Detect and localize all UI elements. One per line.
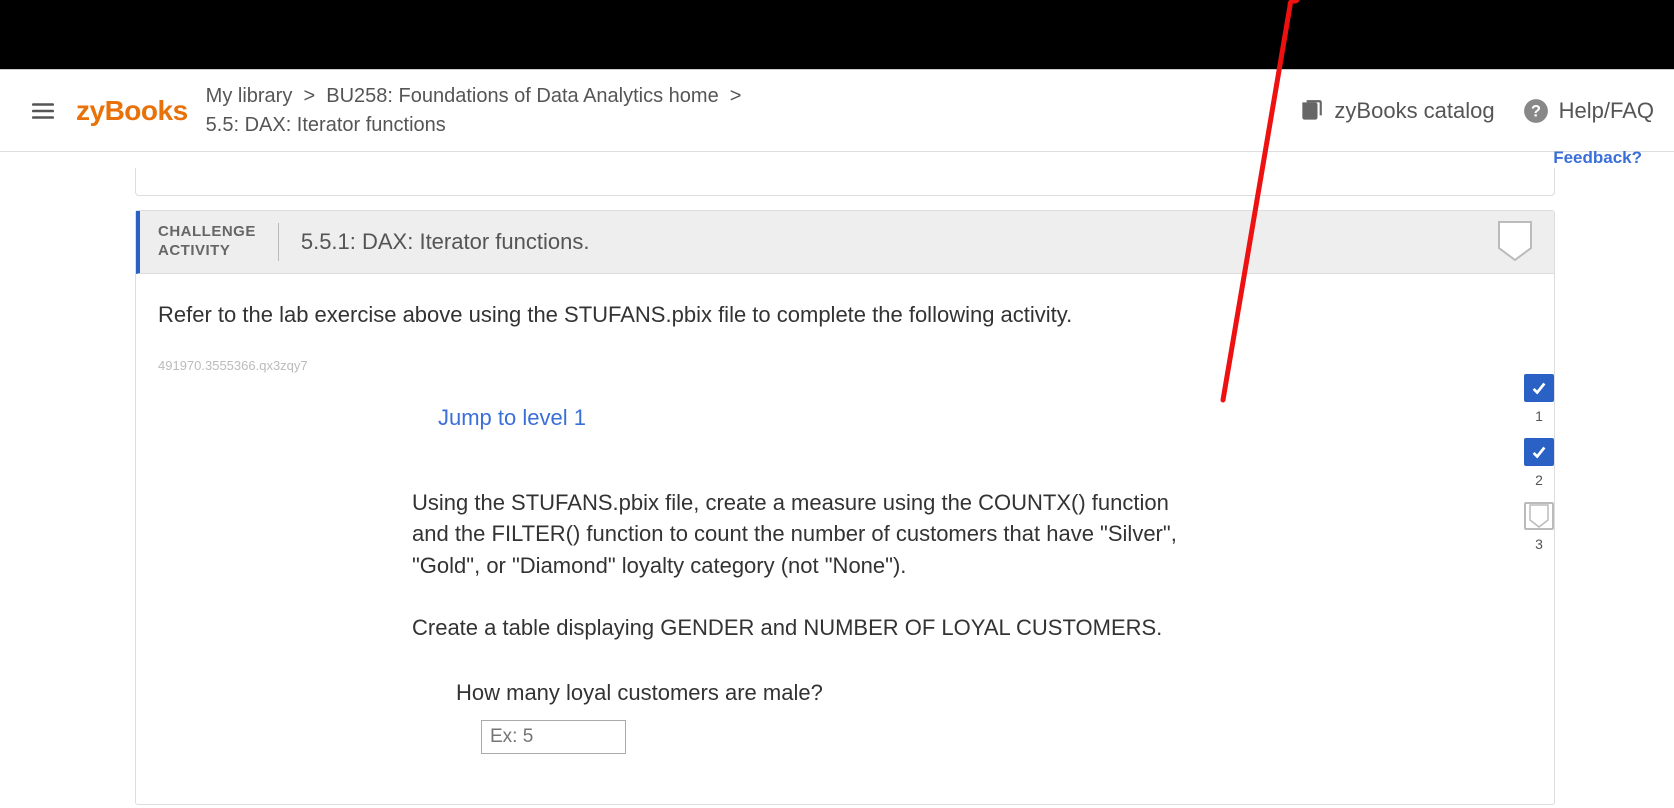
activity-badge-line1: CHALLENGE — [158, 223, 256, 240]
level-1-label: 1 — [1535, 408, 1543, 424]
help-link[interactable]: ? Help/FAQ — [1523, 98, 1654, 124]
catalog-link[interactable]: zyBooks catalog — [1298, 98, 1494, 124]
level-1-box[interactable] — [1524, 374, 1554, 402]
logo-part-books: Books — [105, 95, 188, 126]
previous-card-edge — [135, 168, 1555, 196]
activity-header: CHALLENGE ACTIVITY 5.5.1: DAX: Iterator … — [136, 211, 1554, 274]
breadcrumb-course[interactable]: BU258: Foundations of Data Analytics hom… — [326, 85, 718, 107]
activity-intro: Refer to the lab exercise above using th… — [158, 302, 1532, 328]
activity-internal-id: 491970.3555366.qx3zqy7 — [158, 358, 1532, 373]
logo-part-zy: zy — [76, 95, 105, 126]
activity-question: How many loyal customers are male? — [456, 680, 1532, 706]
shield-icon — [1498, 221, 1532, 266]
breadcrumb-section: 5.5: DAX: Iterator functions — [206, 114, 446, 136]
menu-icon[interactable] — [30, 98, 56, 124]
zybooks-logo[interactable]: zyBooks — [76, 95, 188, 127]
catalog-icon — [1298, 98, 1324, 124]
browser-chrome-blackout — [0, 0, 1674, 70]
help-icon: ? — [1523, 98, 1549, 124]
activity-body: Refer to the lab exercise above using th… — [136, 274, 1554, 805]
breadcrumb-library[interactable]: My library — [206, 85, 293, 107]
jump-to-level-link[interactable]: Jump to level 1 — [438, 405, 1532, 431]
level-3-label: 3 — [1535, 536, 1543, 552]
svg-text:?: ? — [1531, 102, 1541, 120]
activity-badge-line2: ACTIVITY — [158, 242, 230, 259]
catalog-label: zyBooks catalog — [1334, 98, 1494, 124]
breadcrumb: My library > BU258: Foundations of Data … — [206, 82, 1299, 140]
help-label: Help/FAQ — [1559, 98, 1654, 124]
activity-instructions: Using the STUFANS.pbix file, create a me… — [412, 487, 1182, 645]
level-track: 1 2 3 — [1524, 374, 1554, 560]
feedback-link[interactable]: Feedback? — [0, 148, 1674, 168]
activity-title: 5.5.1: DAX: Iterator functions. — [301, 229, 590, 255]
activity-badge: CHALLENGE ACTIVITY — [158, 223, 279, 261]
level-3-box[interactable] — [1524, 502, 1554, 530]
challenge-activity-card: CHALLENGE ACTIVITY 5.5.1: DAX: Iterator … — [135, 210, 1555, 805]
level-2-label: 2 — [1535, 472, 1543, 488]
answer-input[interactable] — [481, 720, 626, 754]
level-2-box[interactable] — [1524, 438, 1554, 466]
header-tools: zyBooks catalog ? Help/FAQ — [1298, 98, 1654, 124]
instruction-paragraph-2: Create a table displaying GENDER and NUM… — [412, 612, 1182, 644]
instruction-paragraph-1: Using the STUFANS.pbix file, create a me… — [412, 487, 1182, 583]
app-header: zyBooks My library > BU258: Foundations … — [0, 70, 1674, 152]
